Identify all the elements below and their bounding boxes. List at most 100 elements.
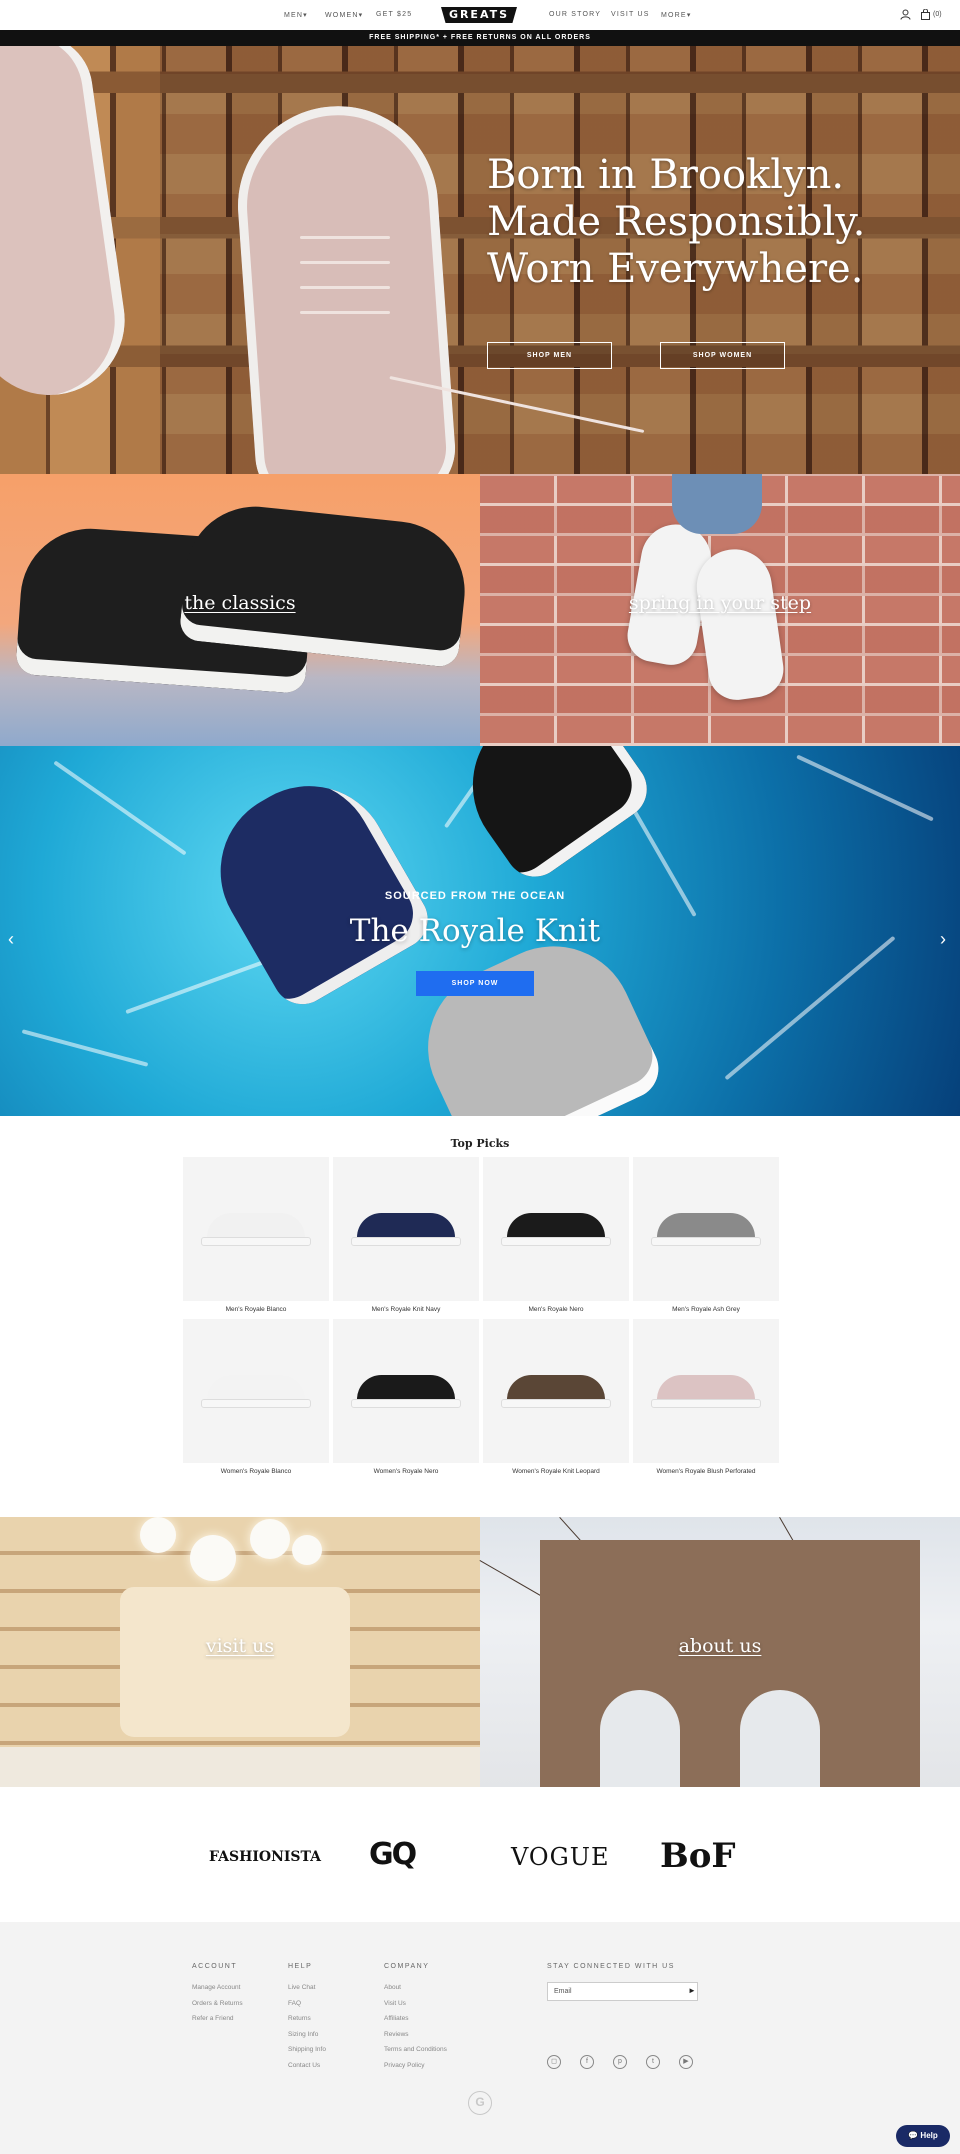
footer-link-help[interactable]: Live Chat xyxy=(288,1984,315,1991)
nav-visit-us[interactable]: VISIT US xyxy=(611,11,650,18)
footer-link-company[interactable]: Terms and Conditions xyxy=(384,2046,447,2053)
pinterest-icon[interactable]: p xyxy=(613,2055,627,2069)
vogue-logo: VOGUE xyxy=(511,1843,610,1871)
product-card[interactable] xyxy=(483,1157,629,1301)
product-card[interactable] xyxy=(483,1319,629,1463)
product-card[interactable] xyxy=(633,1157,779,1301)
email-submit-arrow-icon[interactable]: ► xyxy=(688,1986,696,1995)
spring-label: spring in your step xyxy=(628,592,812,614)
help-label: Help xyxy=(920,2131,938,2140)
footer-link-company[interactable]: Privacy Policy xyxy=(384,2062,424,2069)
sneaker-upper xyxy=(207,1213,305,1239)
product-card[interactable] xyxy=(333,1157,479,1301)
product-card[interactable] xyxy=(633,1319,779,1463)
footer-link-help[interactable]: Shipping Info xyxy=(288,2046,326,2053)
classics-sneaker xyxy=(178,499,472,669)
shop-men-button[interactable]: SHOP MEN xyxy=(487,342,612,369)
footer-link-help[interactable]: Sizing Info xyxy=(288,2031,318,2038)
nav-men[interactable]: MEN▾ xyxy=(284,11,308,19)
visit-us-tile[interactable]: visit us xyxy=(0,1517,480,1787)
pendant-lamp xyxy=(140,1517,176,1553)
footer-link-account[interactable]: Orders & Returns xyxy=(192,2000,243,2007)
classics-tile[interactable]: the classics xyxy=(0,474,480,746)
product-sneaker-image xyxy=(201,1375,311,1409)
product-card[interactable] xyxy=(333,1319,479,1463)
nav-our-story[interactable]: OUR STORY xyxy=(549,11,601,18)
bag-icon xyxy=(920,8,930,20)
promo-bar: FREE SHIPPING* + FREE RETURNS ON ALL ORD… xyxy=(0,30,960,46)
greats-logo[interactable]: GREATS xyxy=(441,7,517,23)
carousel-prev-arrow[interactable]: ‹ xyxy=(8,930,14,948)
footer-account-heading: ACCOUNT xyxy=(192,1963,238,1970)
product-sneaker-image xyxy=(501,1375,611,1409)
plastic-shard xyxy=(21,1029,149,1067)
product-card[interactable] xyxy=(183,1319,329,1463)
footer-link-company[interactable]: Affiliates xyxy=(384,2015,408,2022)
footer-link-account[interactable]: Manage Account xyxy=(192,1984,240,1991)
product-name[interactable]: Men's Royale Nero xyxy=(483,1306,629,1313)
twitter-icon[interactable]: t xyxy=(646,2055,660,2069)
footer-link-help[interactable]: Returns xyxy=(288,2015,311,2022)
press-strip xyxy=(0,1787,960,1922)
product-name[interactable]: Men's Royale Blanco xyxy=(183,1306,329,1313)
about-us-label[interactable]: about us xyxy=(480,1635,960,1657)
product-name[interactable]: Men's Royale Knit Navy xyxy=(333,1306,479,1313)
store-floor xyxy=(0,1747,480,1787)
top-picks-title: Top Picks xyxy=(450,1137,510,1150)
footer-link-help[interactable]: Contact Us xyxy=(288,2062,320,2069)
product-name[interactable]: Women's Royale Blush Perforated xyxy=(633,1468,779,1475)
sneaker-sole xyxy=(651,1399,761,1408)
facebook-icon[interactable]: f xyxy=(580,2055,594,2069)
black-knit-sneaker xyxy=(441,746,659,889)
sneaker-sole xyxy=(351,1237,461,1246)
hero-headline: Born in Brooklyn. Made Responsibly. Worn… xyxy=(487,152,865,293)
chevron-down-icon: ▾ xyxy=(358,12,364,19)
cart-icon[interactable] xyxy=(919,8,931,21)
chevron-down-icon: ▾ xyxy=(686,12,692,19)
nav-get-25-label: GET $25 xyxy=(376,11,413,18)
footer xyxy=(0,1922,960,2154)
nav-women[interactable]: WOMEN▾ xyxy=(325,11,363,19)
footer-link-account[interactable]: Refer a Friend xyxy=(192,2015,234,2022)
account-icon[interactable] xyxy=(899,9,911,21)
nav-get-25[interactable]: GET $25 xyxy=(376,11,412,18)
footer-link-company[interactable]: Reviews xyxy=(384,2031,409,2038)
product-name[interactable]: Women's Royale Knit Leopard xyxy=(483,1468,629,1475)
sneaker-sole xyxy=(201,1237,311,1246)
shop-now-button[interactable]: SHOP NOW xyxy=(416,971,534,996)
pendant-lamp xyxy=(292,1535,322,1565)
product-name[interactable]: Men's Royale Ash Grey xyxy=(633,1306,779,1313)
youtube-icon[interactable]: ▶ xyxy=(679,2055,693,2069)
footer-help-heading: HELP xyxy=(288,1963,313,1970)
chat-bubble-icon: 💬 xyxy=(908,2131,921,2140)
sneaker-upper xyxy=(657,1213,755,1239)
sneaker-upper xyxy=(357,1213,455,1239)
footer-link-company[interactable]: Visit Us xyxy=(384,2000,406,2007)
product-sneaker-image xyxy=(351,1213,461,1247)
product-name[interactable]: Women's Royale Nero xyxy=(333,1468,479,1475)
gq-logo: GQ xyxy=(369,1837,417,1872)
product-name[interactable]: Women's Royale Blanco xyxy=(183,1468,329,1475)
nav-women-label: WOMEN xyxy=(325,12,359,19)
nav-men-label: MEN xyxy=(284,12,304,19)
carousel-next-arrow[interactable]: › xyxy=(940,930,946,948)
shop-women-button[interactable]: SHOP WOMEN xyxy=(660,342,785,369)
help-chat-button[interactable]: 💬 Help xyxy=(896,2125,950,2147)
product-card[interactable] xyxy=(183,1157,329,1301)
footer-company-heading: COMPANY xyxy=(384,1963,430,1970)
email-field[interactable]: Email xyxy=(547,1982,698,2001)
hero-left-sneaker xyxy=(0,46,135,405)
nav-more[interactable]: MORE▾ xyxy=(661,11,692,19)
sneaker-upper xyxy=(507,1213,605,1239)
sneaker-sole xyxy=(501,1237,611,1246)
instagram-icon[interactable]: ◻ xyxy=(547,2055,561,2069)
product-sneaker-image xyxy=(651,1213,761,1247)
bridge-arch xyxy=(600,1690,680,1790)
footer-link-help[interactable]: FAQ xyxy=(288,2000,301,2007)
visit-us-label: visit us xyxy=(205,1635,275,1657)
sneaker-sole xyxy=(351,1399,461,1408)
product-sneaker-image xyxy=(651,1375,761,1409)
top-navigation: MEN▾ WOMEN▾ GET $25 GREATS OUR STORY VIS… xyxy=(0,0,960,30)
grey-knit-sneaker xyxy=(401,920,669,1116)
footer-link-company[interactable]: About xyxy=(384,1984,401,1991)
